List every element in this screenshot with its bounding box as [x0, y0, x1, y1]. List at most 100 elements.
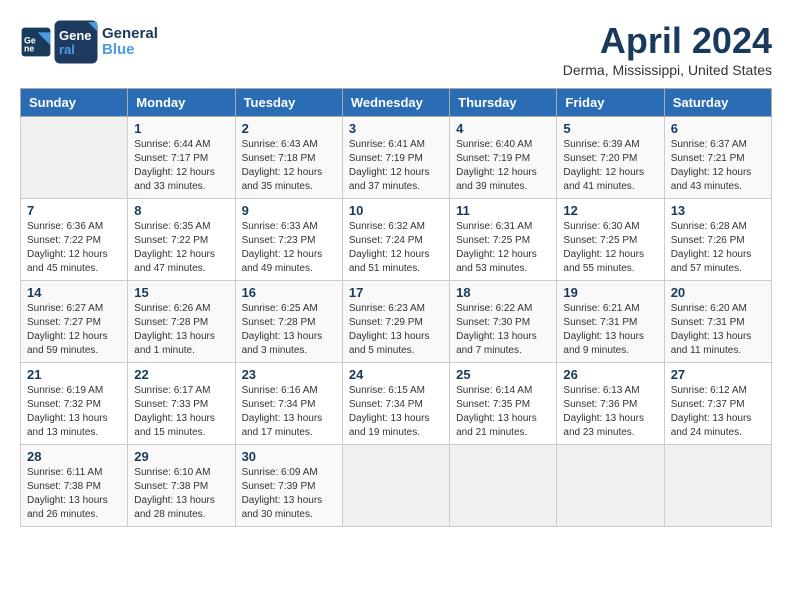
day-info: Sunrise: 6:20 AM Sunset: 7:31 PM Dayligh…: [671, 302, 765, 358]
day-number: 1: [134, 121, 228, 136]
calendar-cell: 7Sunrise: 6:36 AM Sunset: 7:22 PM Daylig…: [21, 199, 128, 281]
calendar-cell: 11Sunrise: 6:31 AM Sunset: 7:25 PM Dayli…: [450, 199, 557, 281]
day-number: 6: [671, 121, 765, 136]
calendar-cell: 6 Sunrise: 6:37 AM Sunset: 7:21 PM Daylig…: [664, 117, 771, 199]
day-number: 24: [349, 367, 443, 382]
calendar-cell: 2 Sunrise: 6:43 AM Sunset: 7:18 PM Daylig…: [235, 117, 342, 199]
day-number: 19: [563, 285, 657, 300]
calendar-cell: 3Sunrise: 6:41 AM Sunset: 7:19 PM Daylig…: [342, 117, 449, 199]
day-info: Sunrise: 6:36 AM Sunset: 7:22 PM Dayligh…: [27, 220, 121, 276]
calendar-cell: 27Sunrise: 6:12 AM Sunset: 7:37 PM Dayli…: [664, 363, 771, 445]
calendar-cell: 10 Sunrise: 6:32 AM Sunset: 7:24 PM Dayli…: [342, 199, 449, 281]
day-info: Sunrise: 6:28 AM Sunset: 7:26 PM Dayligh…: [671, 220, 765, 276]
day-info: Sunrise: 6:41 AM Sunset: 7:19 PM Dayligh…: [349, 138, 443, 194]
svg-text:ne: ne: [24, 44, 34, 54]
calendar-cell: 20 Sunrise: 6:20 AM Sunset: 7:31 PM Dayli…: [664, 281, 771, 363]
calendar-cell: 12 Sunrise: 6:30 AM Sunset: 7:25 PM Dayli…: [557, 199, 664, 281]
day-number: 15: [134, 285, 228, 300]
day-info: Sunrise: 6:37 AM Sunset: 7:21 PM Dayligh…: [671, 138, 765, 194]
day-number: 4: [456, 121, 550, 136]
calendar-cell: [342, 445, 449, 527]
calendar-cell: 14 Sunrise: 6:27 AM Sunset: 7:27 PM Dayli…: [21, 281, 128, 363]
logo-line1: General: [102, 26, 158, 43]
day-info: Sunrise: 6:23 AM Sunset: 7:29 PM Dayligh…: [349, 302, 443, 358]
day-info: Sunrise: 6:09 AM Sunset: 7:39 PM Dayligh…: [242, 466, 336, 522]
day-number: 13: [671, 203, 765, 218]
day-number: 2: [242, 121, 336, 136]
day-number: 14: [27, 285, 121, 300]
day-number: 26: [563, 367, 657, 382]
calendar-cell: [664, 445, 771, 527]
day-info: Sunrise: 6:44 AM Sunset: 7:17 PM Dayligh…: [134, 138, 228, 194]
day-number: 25: [456, 367, 550, 382]
day-number: 22: [134, 367, 228, 382]
calendar-header-row: SundayMondayTuesdayWednesdayThursdayFrid…: [21, 89, 772, 117]
header-cell-thursday: Thursday: [450, 89, 557, 117]
day-info: Sunrise: 6:35 AM Sunset: 7:22 PM Dayligh…: [134, 220, 228, 276]
day-info: Sunrise: 6:33 AM Sunset: 7:23 PM Dayligh…: [242, 220, 336, 276]
svg-text:Gene: Gene: [59, 28, 92, 43]
logo-graphic: Gene ral: [54, 20, 98, 64]
day-info: Sunrise: 6:25 AM Sunset: 7:28 PM Dayligh…: [242, 302, 336, 358]
day-info: Sunrise: 6:43 AM Sunset: 7:18 PM Dayligh…: [242, 138, 336, 194]
calendar-table: SundayMondayTuesdayWednesdayThursdayFrid…: [20, 88, 772, 527]
day-number: 17: [349, 285, 443, 300]
location: Derma, Mississippi, United States: [563, 62, 772, 78]
calendar-cell: 30 Sunrise: 6:09 AM Sunset: 7:39 PM Dayli…: [235, 445, 342, 527]
header-cell-sunday: Sunday: [21, 89, 128, 117]
calendar-cell: 15 Sunrise: 6:26 AM Sunset: 7:28 PM Dayli…: [128, 281, 235, 363]
day-number: 10: [349, 203, 443, 218]
calendar-body: 1 Sunrise: 6:44 AM Sunset: 7:17 PM Daylig…: [21, 117, 772, 527]
day-number: 9: [242, 203, 336, 218]
day-info: Sunrise: 6:32 AM Sunset: 7:24 PM Dayligh…: [349, 220, 443, 276]
day-number: 21: [27, 367, 121, 382]
calendar-week-5: 28Sunrise: 6:11 AM Sunset: 7:38 PM Dayli…: [21, 445, 772, 527]
calendar-cell: 19 Sunrise: 6:21 AM Sunset: 7:31 PM Dayli…: [557, 281, 664, 363]
day-number: 8: [134, 203, 228, 218]
calendar-cell: [450, 445, 557, 527]
day-number: 30: [242, 449, 336, 464]
day-info: Sunrise: 6:27 AM Sunset: 7:27 PM Dayligh…: [27, 302, 121, 358]
calendar-cell: 24 Sunrise: 6:15 AM Sunset: 7:34 PM Dayli…: [342, 363, 449, 445]
header-cell-tuesday: Tuesday: [235, 89, 342, 117]
logo: Ge ne Gene ral General Blue: [20, 20, 158, 64]
calendar-cell: 5Sunrise: 6:39 AM Sunset: 7:20 PM Daylig…: [557, 117, 664, 199]
day-info: Sunrise: 6:26 AM Sunset: 7:28 PM Dayligh…: [134, 302, 228, 358]
calendar-cell: 25Sunrise: 6:14 AM Sunset: 7:35 PM Dayli…: [450, 363, 557, 445]
calendar-cell: 13 Sunrise: 6:28 AM Sunset: 7:26 PM Dayli…: [664, 199, 771, 281]
day-info: Sunrise: 6:21 AM Sunset: 7:31 PM Dayligh…: [563, 302, 657, 358]
day-info: Sunrise: 6:39 AM Sunset: 7:20 PM Dayligh…: [563, 138, 657, 194]
calendar-cell: 29Sunrise: 6:10 AM Sunset: 7:38 PM Dayli…: [128, 445, 235, 527]
day-info: Sunrise: 6:30 AM Sunset: 7:25 PM Dayligh…: [563, 220, 657, 276]
calendar-cell: 16Sunrise: 6:25 AM Sunset: 7:28 PM Dayli…: [235, 281, 342, 363]
svg-text:ral: ral: [59, 42, 75, 57]
day-number: 12: [563, 203, 657, 218]
day-number: 23: [242, 367, 336, 382]
day-info: Sunrise: 6:17 AM Sunset: 7:33 PM Dayligh…: [134, 384, 228, 440]
calendar-cell: 9 Sunrise: 6:33 AM Sunset: 7:23 PM Daylig…: [235, 199, 342, 281]
calendar-week-4: 21Sunrise: 6:19 AM Sunset: 7:32 PM Dayli…: [21, 363, 772, 445]
day-number: 29: [134, 449, 228, 464]
calendar-week-1: 1 Sunrise: 6:44 AM Sunset: 7:17 PM Daylig…: [21, 117, 772, 199]
logo-line2: Blue: [102, 42, 158, 59]
header-cell-monday: Monday: [128, 89, 235, 117]
day-number: 28: [27, 449, 121, 464]
day-number: 18: [456, 285, 550, 300]
calendar-cell: 17 Sunrise: 6:23 AM Sunset: 7:29 PM Dayli…: [342, 281, 449, 363]
day-info: Sunrise: 6:13 AM Sunset: 7:36 PM Dayligh…: [563, 384, 657, 440]
calendar-week-3: 14 Sunrise: 6:27 AM Sunset: 7:27 PM Dayli…: [21, 281, 772, 363]
day-info: Sunrise: 6:15 AM Sunset: 7:34 PM Dayligh…: [349, 384, 443, 440]
day-number: 20: [671, 285, 765, 300]
page-header: Ge ne Gene ral General Blue April 2024 D…: [20, 20, 772, 78]
calendar-cell: 18 Sunrise: 6:22 AM Sunset: 7:30 PM Dayli…: [450, 281, 557, 363]
day-info: Sunrise: 6:12 AM Sunset: 7:37 PM Dayligh…: [671, 384, 765, 440]
calendar-cell: 8 Sunrise: 6:35 AM Sunset: 7:22 PM Daylig…: [128, 199, 235, 281]
header-cell-friday: Friday: [557, 89, 664, 117]
calendar-cell: 26 Sunrise: 6:13 AM Sunset: 7:36 PM Dayli…: [557, 363, 664, 445]
calendar-cell: 28Sunrise: 6:11 AM Sunset: 7:38 PM Dayli…: [21, 445, 128, 527]
day-number: 11: [456, 203, 550, 218]
calendar-cell: 22 Sunrise: 6:17 AM Sunset: 7:33 PM Dayli…: [128, 363, 235, 445]
day-info: Sunrise: 6:22 AM Sunset: 7:30 PM Dayligh…: [456, 302, 550, 358]
calendar-cell: [21, 117, 128, 199]
day-info: Sunrise: 6:16 AM Sunset: 7:34 PM Dayligh…: [242, 384, 336, 440]
